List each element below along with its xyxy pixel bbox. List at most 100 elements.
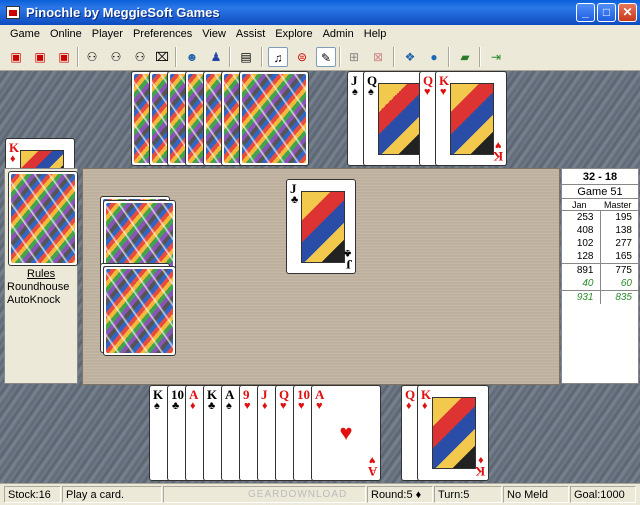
card-rank: K [474, 464, 485, 479]
card-suit: ♣ [291, 194, 299, 206]
new-game-icon[interactable]: ▣ [6, 47, 26, 67]
status-stock: Stock:16 [4, 486, 61, 503]
trick-card: J ♣ J ♣ [286, 179, 356, 274]
toolbar-separator [261, 47, 263, 67]
card-face-art [301, 191, 345, 263]
score-row: 408 138 [562, 224, 638, 237]
card-suit: ♥ [298, 400, 305, 412]
menu-preferences[interactable]: Preferences [128, 25, 197, 43]
web-icon[interactable]: ❖ [400, 47, 420, 67]
maximize-button[interactable]: □ [597, 3, 616, 22]
rules-link[interactable]: Rules [27, 268, 55, 280]
card-suit: ♠ [154, 400, 160, 412]
app-icon[interactable] [6, 6, 20, 19]
card-rank: J [345, 257, 353, 272]
partner-card-back [103, 266, 176, 356]
toolbar-separator [393, 47, 395, 67]
status-round: Round:5 ♦ [367, 486, 433, 503]
meld-card: K ♦ K ♦ [417, 385, 489, 481]
open-icon[interactable]: ▣ [30, 47, 50, 67]
globe-icon[interactable]: ● [424, 47, 444, 67]
score-panel: 32 - 18 Game 51 Jan Master 253 195 408 138… [561, 168, 639, 384]
undo-icon[interactable]: ⚇ [130, 47, 150, 67]
toolbar-separator [479, 47, 481, 67]
game-number: Game 51 [562, 185, 638, 199]
score-table: 253 195 408 138 102 277 128 165 891 775 40 60 … [562, 211, 638, 304]
card-face-art [432, 397, 476, 469]
card-suit: ♥ [424, 86, 431, 98]
status-turn: Turn:5 [434, 486, 502, 503]
assist-icon[interactable]: ☻ [182, 47, 202, 67]
card-suit: ♥ [244, 400, 251, 412]
menu-bar: Game Online Player Preferences View Assist Exp… [0, 25, 640, 43]
close-button[interactable]: ✕ [618, 3, 637, 22]
score-columns: Jan Master [562, 199, 638, 211]
menu-player[interactable]: Player [87, 25, 128, 43]
north-meld-card: K ♥ K ♥ [435, 71, 507, 166]
menu-online[interactable]: Online [45, 25, 87, 43]
score-col-opponent: Master [604, 200, 632, 210]
player-icon[interactable]: ♟ [206, 47, 226, 67]
book-icon[interactable]: ▰ [455, 47, 475, 67]
rule-autoknock: AutoKnock [7, 294, 61, 306]
auto-icon[interactable]: ⊜ [292, 47, 312, 67]
minimize-button[interactable]: _ [576, 3, 595, 22]
network-icon[interactable]: ⊞ [344, 47, 364, 67]
card-suit: ♥ [495, 139, 502, 151]
card-suit: ♥ [369, 454, 376, 466]
menu-view[interactable]: View [197, 25, 231, 43]
card-suit: ♦ [422, 400, 428, 412]
card-suit: ♠ [368, 86, 374, 98]
toolbar: ▣ ▣ ▣ ⚇ ⚇ ⚇ ⌧ ☻ ♟ ▤ ♫ ⊜ ✎ ⊞ ⊠ ❖ ● ▰ ⇥ [0, 43, 640, 71]
exit-icon[interactable]: ⇥ [486, 47, 506, 67]
app-window: Pinochle by MeggieSoft Games _ □ ✕ Game O… [0, 0, 640, 505]
toolbar-separator [77, 47, 79, 67]
card-suit: ♥ [316, 400, 323, 412]
hand-card[interactable]: A ♥ ♥ A ♥ [311, 385, 381, 481]
toolbar-separator [339, 47, 341, 67]
chat-icon[interactable]: ⊠ [368, 47, 388, 67]
hint-icon[interactable]: ⚇ [106, 47, 126, 67]
status-goal: Goal:1000 [570, 486, 636, 503]
score-row: 128 165 [562, 250, 638, 264]
menu-admin[interactable]: Admin [318, 25, 359, 43]
card-suit: ♥ [280, 400, 287, 412]
menu-assist[interactable]: Assist [231, 25, 270, 43]
menu-explore[interactable]: Explore [270, 25, 317, 43]
card-suit: ♥ [440, 86, 447, 98]
save-icon[interactable]: ▣ [54, 47, 74, 67]
west-player-panel: Rules Roundhouse AutoKnock [4, 168, 78, 384]
card-rank: A [367, 464, 377, 479]
menu-help[interactable]: Help [359, 25, 392, 43]
score-total-row: 891 775 [562, 263, 638, 277]
watermark-text: GEARDOWNLOAD [248, 489, 348, 500]
window-title: Pinochle by MeggieSoft Games [26, 5, 220, 20]
score-projected-row: 931 835 [562, 290, 638, 304]
card-pip: ♥ [339, 420, 353, 445]
card-face-art [450, 83, 494, 155]
card-suit: ♣ [343, 247, 351, 259]
options-icon[interactable]: ✎ [316, 47, 336, 67]
rule-roundhouse: Roundhouse [7, 281, 70, 293]
toolbar-separator [175, 47, 177, 67]
card-suit: ♦ [406, 400, 412, 412]
toolbar-separator [229, 47, 231, 67]
rules-icon[interactable]: ▤ [236, 47, 256, 67]
north-card-back [239, 71, 309, 166]
wizard-icon[interactable]: ⌧ [152, 47, 172, 67]
card-suit: ♦ [190, 400, 196, 412]
card-suit: ♠ [352, 86, 358, 98]
status-meld: No Meld [503, 486, 569, 503]
score-col-player: Jan [572, 200, 587, 210]
menu-game[interactable]: Game [5, 25, 45, 43]
card-rank: K [492, 149, 503, 164]
card-suit: ♦ [478, 454, 484, 466]
west-card-back [8, 171, 78, 266]
score-need-row: 40 60 [562, 277, 638, 291]
score-row: 253 195 [562, 211, 638, 224]
card-suit: ♦ [262, 400, 268, 412]
players-icon[interactable]: ⚇ [82, 47, 102, 67]
title-bar: Pinochle by MeggieSoft Games _ □ ✕ [0, 0, 640, 25]
score-header: 32 - 18 [562, 169, 638, 185]
sound-icon[interactable]: ♫ [268, 47, 288, 67]
